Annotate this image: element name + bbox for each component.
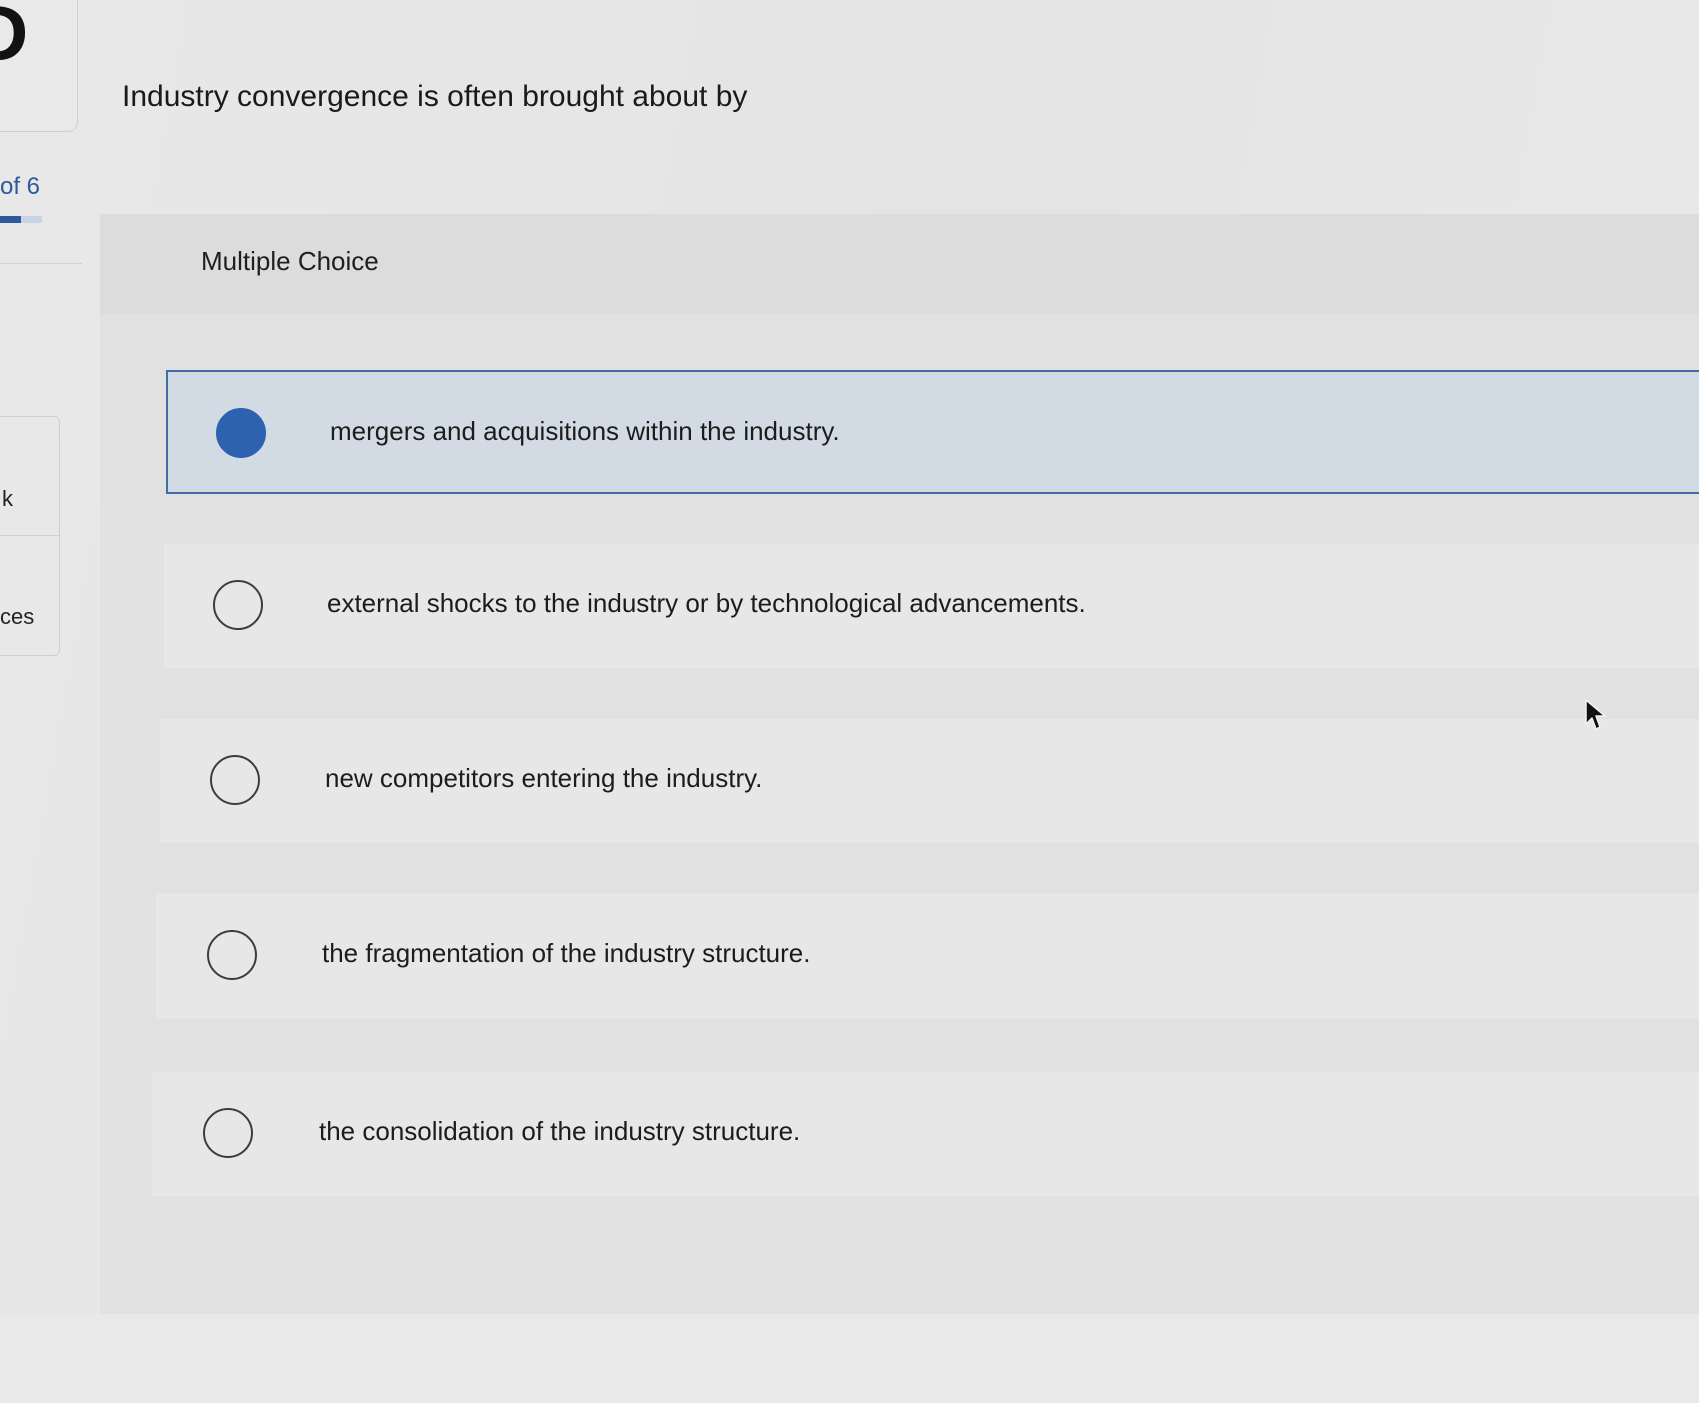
radio-filled-icon[interactable] <box>216 408 266 458</box>
choice-label: the consolidation of the industry struct… <box>319 1116 801 1146</box>
radio-empty-icon[interactable] <box>207 930 257 980</box>
choice-label: the fragmentation of the industry struct… <box>322 938 811 968</box>
radio-empty-icon[interactable] <box>203 1108 253 1158</box>
question-progress-text: of 6 <box>0 173 41 200</box>
panel-header: Multiple Choice <box>100 214 1699 314</box>
rail-link-references[interactable]: ces <box>0 604 34 630</box>
multiple-choice-panel: Multiple Choice mergers and acquisitions… <box>100 214 1699 1314</box>
radio-empty-icon[interactable] <box>210 755 260 805</box>
choice-option-e[interactable]: the consolidation of the industry struct… <box>152 1072 1699 1196</box>
rail-card-divider <box>0 535 59 536</box>
rail-link-ebook[interactable]: k <box>2 486 13 512</box>
app-logo: D <box>0 0 29 77</box>
choice-label: mergers and acquisitions within the indu… <box>330 416 840 446</box>
choice-option-b[interactable]: external shocks to the industry or by te… <box>164 544 1699 668</box>
choice-option-c[interactable]: new competitors entering the industry. <box>160 719 1699 843</box>
choice-option-a[interactable]: mergers and acquisitions within the indu… <box>166 370 1699 494</box>
question-prompt: Industry convergence is often brought ab… <box>122 80 748 113</box>
question-progress-fill <box>0 216 21 223</box>
rail-divider <box>0 263 82 264</box>
radio-empty-icon[interactable] <box>213 580 263 630</box>
question-type-label: Multiple Choice <box>201 246 379 276</box>
choice-option-d[interactable]: the fragmentation of the industry struct… <box>156 894 1699 1018</box>
question-progress-bar <box>0 216 42 223</box>
left-rail: D of 6 k ces <box>0 0 110 1403</box>
choice-label: external shocks to the industry or by te… <box>327 588 1086 618</box>
mouse-pointer-icon <box>1585 699 1606 730</box>
footer-strip <box>0 1314 1699 1403</box>
choice-label: new competitors entering the industry. <box>325 763 763 793</box>
